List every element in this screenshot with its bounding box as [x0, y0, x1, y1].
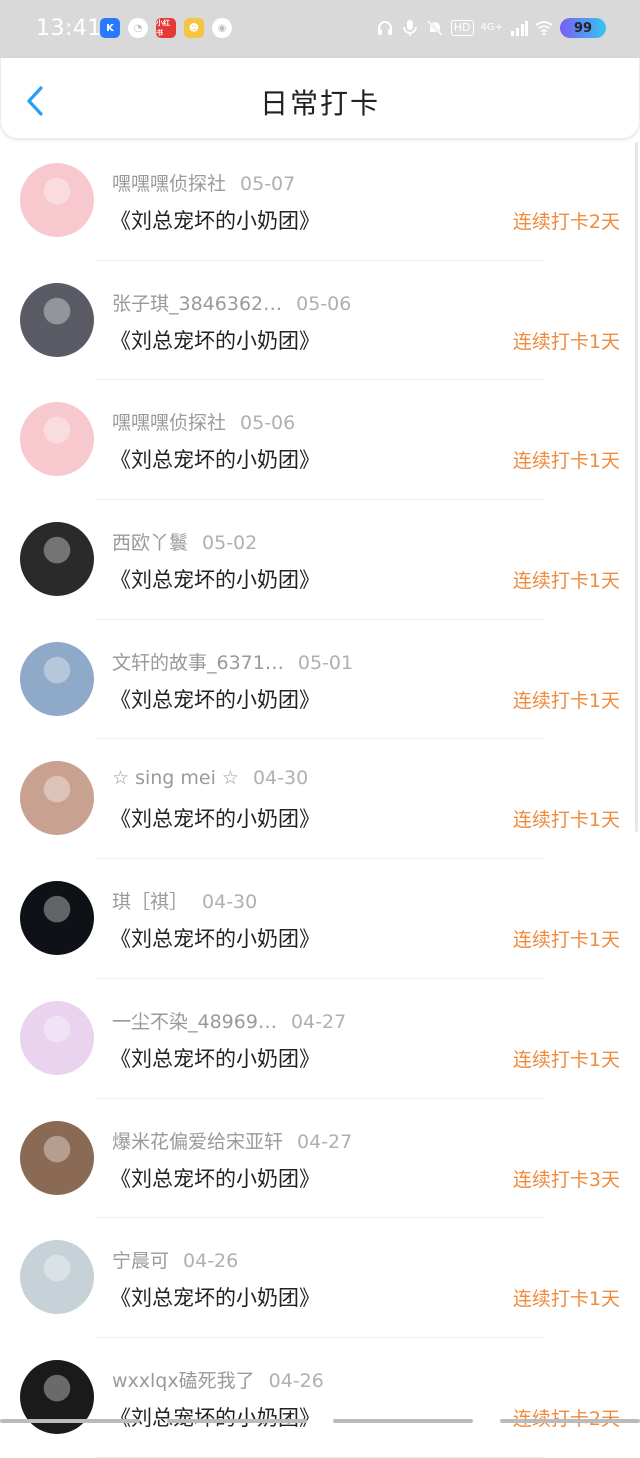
- list-item[interactable]: 爆米花偏爱给宋亚轩 04-27 《刘总宠坏的小奶团》 连续打卡3天: [0, 1099, 640, 1219]
- list-item[interactable]: 一尘不染_48969… 04-27 《刘总宠坏的小奶团》 连续打卡1天: [0, 979, 640, 1099]
- streak-label: 连续打卡1天: [512, 809, 620, 832]
- username[interactable]: 西欧丫鬟: [112, 532, 188, 554]
- list-item[interactable]: 宁晨可 04-26 《刘总宠坏的小奶团》 连续打卡1天: [0, 1218, 640, 1338]
- book-title[interactable]: 《刘总宠坏的小奶团》: [110, 1043, 320, 1073]
- username[interactable]: 宁晨可: [112, 1250, 169, 1272]
- system-indicators: HD 4G+ 99: [376, 18, 606, 38]
- book-title[interactable]: 《刘总宠坏的小奶团》: [110, 444, 320, 474]
- mascot-app-icon: ☻: [184, 18, 204, 38]
- streak-label: 连续打卡1天: [512, 570, 620, 593]
- username[interactable]: 嘿嘿嘿侦探社: [112, 173, 226, 195]
- book-title[interactable]: 《刘总宠坏的小奶团》: [110, 923, 320, 953]
- list-item[interactable]: 琪［祺］ 04-30 《刘总宠坏的小奶团》 连续打卡1天: [0, 859, 640, 979]
- book-title[interactable]: 《刘总宠坏的小奶团》: [110, 325, 320, 355]
- compass-app-icon: ◔: [128, 18, 148, 38]
- avatar[interactable]: [20, 402, 94, 477]
- gesture-bar: [0, 1419, 640, 1423]
- checkin-date: 05-01: [297, 651, 354, 674]
- microphone-icon: [401, 19, 419, 37]
- notification-icons: K ◔ 小红书 ☻ ◉: [100, 18, 232, 38]
- checkin-date: 04-26: [183, 1250, 239, 1273]
- avatar[interactable]: [20, 282, 94, 357]
- username[interactable]: 一尘不染_48969…: [112, 1011, 277, 1033]
- battery-indicator: 99: [560, 18, 606, 38]
- divider: [96, 1456, 544, 1458]
- username[interactable]: 琪［祺］: [112, 891, 188, 913]
- book-title[interactable]: 《刘总宠坏的小奶团》: [110, 205, 320, 235]
- streak-label: 连续打卡1天: [512, 450, 620, 473]
- list-item[interactable]: ☆ sing mei ☆ 04-30 《刘总宠坏的小奶团》 连续打卡1天: [0, 739, 640, 860]
- page-title: 日常打卡: [259, 87, 380, 120]
- streak-label: 连续打卡1天: [512, 1048, 620, 1071]
- checkin-date: 05-02: [202, 532, 258, 555]
- book-title[interactable]: 《刘总宠坏的小奶团》: [110, 1402, 320, 1432]
- list-item[interactable]: 张子琪_3846362… 05-06 《刘总宠坏的小奶团》 连续打卡1天: [0, 261, 640, 381]
- username[interactable]: ☆ sing mei ☆: [112, 767, 239, 789]
- streak-label: 连续打卡1天: [512, 330, 620, 353]
- book-title[interactable]: 《刘总宠坏的小奶团》: [110, 803, 320, 833]
- checkin-date: 04-26: [268, 1369, 324, 1392]
- avatar[interactable]: [20, 163, 94, 237]
- username[interactable]: 嘿嘿嘿侦探社: [112, 412, 226, 434]
- username[interactable]: 文轩的故事_6371…: [112, 652, 284, 674]
- checkin-date: 05-06: [240, 412, 296, 435]
- avatar[interactable]: [20, 1120, 94, 1195]
- checkin-date: 04-27: [290, 1010, 347, 1033]
- status-bar: 13:41 K ◔ 小红书 ☻ ◉ HD 4G+ 99: [0, 0, 640, 58]
- streak-label: 连续打卡3天: [512, 1168, 620, 1191]
- hd-badge: HD: [450, 20, 474, 36]
- username[interactable]: wxxlqx磕死我了: [112, 1370, 255, 1392]
- mute-bell-icon: [426, 19, 444, 37]
- avatar[interactable]: [20, 881, 94, 956]
- avatar[interactable]: [20, 1000, 94, 1075]
- avatar[interactable]: [20, 1240, 94, 1315]
- checkin-date: 04-27: [297, 1130, 353, 1153]
- username[interactable]: 张子琪_3846362…: [112, 293, 282, 315]
- wifi-icon: [535, 19, 553, 37]
- streak-label: 连续打卡1天: [512, 1288, 620, 1311]
- list-item[interactable]: wxxlqx磕死我了 04-26 《刘总宠坏的小奶团》 连续打卡2天: [0, 1338, 640, 1458]
- streak-label: 连续打卡2天: [513, 1404, 620, 1431]
- book-title[interactable]: 《刘总宠坏的小奶团》: [110, 684, 320, 714]
- username[interactable]: 爆米花偏爱给宋亚轩: [112, 1131, 283, 1153]
- avatar[interactable]: [20, 761, 94, 836]
- list-item[interactable]: 嘿嘿嘿侦探社 05-06 《刘总宠坏的小奶团》 连续打卡1天: [0, 380, 640, 501]
- checkin-date: 04-30: [252, 767, 309, 790]
- streak-label: 连续打卡1天: [512, 929, 620, 952]
- checkin-list: 嘿嘿嘿侦探社 05-07 《刘总宠坏的小奶团》 连续打卡2天 张子琪_3846362… 0…: [0, 141, 640, 1458]
- book-title[interactable]: 《刘总宠坏的小奶团》: [110, 1163, 320, 1193]
- network-type: 4G+: [480, 22, 504, 33]
- streak-label: 连续打卡1天: [512, 689, 620, 712]
- nav-header: 日常打卡: [0, 58, 640, 139]
- streak-label: 连续打卡2天: [512, 211, 620, 233]
- checkin-date: 04-30: [202, 891, 258, 914]
- book-title[interactable]: 《刘总宠坏的小奶团》: [110, 564, 320, 594]
- avatar[interactable]: [20, 522, 94, 597]
- status-time: 13:41: [36, 16, 102, 41]
- cat-app-icon: ◉: [212, 18, 232, 38]
- avatar[interactable]: [20, 641, 94, 716]
- checkin-date: 05-06: [296, 292, 352, 315]
- list-item[interactable]: 嘿嘿嘿侦探社 05-07 《刘总宠坏的小奶团》 连续打卡2天: [0, 141, 640, 261]
- checkin-date: 05-07: [240, 173, 296, 195]
- list-item[interactable]: 文轩的故事_6371… 05-01 《刘总宠坏的小奶团》 连续打卡1天: [0, 620, 640, 740]
- headphones-icon: [376, 19, 394, 37]
- kugou-app-icon: K: [100, 18, 120, 38]
- book-title[interactable]: 《刘总宠坏的小奶团》: [110, 1282, 320, 1312]
- signal-icon: [510, 19, 528, 37]
- xiaohongshu-app-icon: 小红书: [156, 18, 176, 38]
- list-item[interactable]: 西欧丫鬟 05-02 《刘总宠坏的小奶团》 连续打卡1天: [0, 500, 640, 620]
